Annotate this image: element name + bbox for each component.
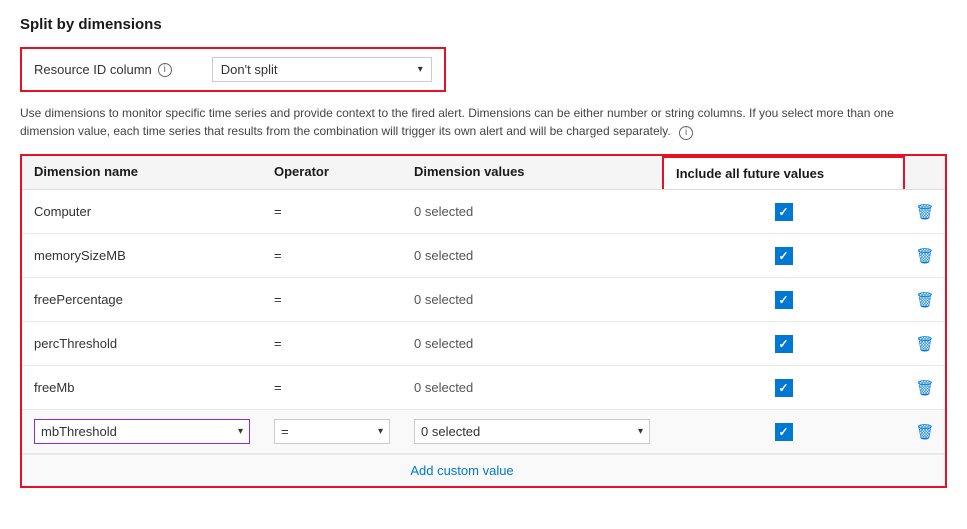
dim-values-0[interactable]: 0 selected <box>402 196 662 227</box>
dim-name-last-dropdown[interactable]: mbThreshold ▾ <box>34 419 250 444</box>
resource-id-label: Resource ID column i <box>34 62 172 77</box>
dim-name-1: memorySizeMB <box>22 240 262 271</box>
delete-col-last: 🗑 <box>905 411 945 453</box>
delete-icon-4[interactable]: 🗑 <box>911 375 938 401</box>
th-dimension-name: Dimension name <box>22 156 262 189</box>
table-row: memorySizeMB = 0 selected 🗑 <box>22 234 945 278</box>
checkbox-2[interactable] <box>775 291 793 309</box>
future-values-last <box>662 415 905 449</box>
dim-values-4[interactable]: 0 selected <box>402 372 662 403</box>
dimensions-table: Dimension name Operator Dimension values… <box>20 154 947 488</box>
delete-col-2: 🗑 <box>905 279 945 321</box>
operator-2: = <box>262 284 402 315</box>
dim-values-last-dropdown[interactable]: 0 selected ▾ <box>414 419 650 444</box>
delete-icon-2[interactable]: 🗑 <box>911 287 938 313</box>
dim-name-4: freeMb <box>22 372 262 403</box>
dim-values-1[interactable]: 0 selected <box>402 240 662 271</box>
dim-values-last-value: 0 selected <box>421 424 480 439</box>
operator-last-chevron: ▾ <box>378 426 383 437</box>
dim-name-2: freePercentage <box>22 284 262 315</box>
resource-id-chevron-icon: ▾ <box>418 64 423 75</box>
description-info-icon[interactable]: i <box>679 126 693 140</box>
future-values-3 <box>662 327 905 361</box>
operator-4: = <box>262 372 402 403</box>
resource-id-text: Resource ID column <box>34 62 152 77</box>
dim-name-3: percThreshold <box>22 328 262 359</box>
operator-last-dropdown[interactable]: = ▾ <box>274 419 390 444</box>
resource-id-dropdown-value: Don't split <box>221 62 278 77</box>
table-row: Computer = 0 selected 🗑 <box>22 190 945 234</box>
table-row: percThreshold = 0 selected 🗑 <box>22 322 945 366</box>
delete-col-0: 🗑 <box>905 191 945 233</box>
checkbox-0[interactable] <box>775 203 793 221</box>
table-row: freeMb = 0 selected 🗑 <box>22 366 945 410</box>
future-values-0 <box>662 195 905 229</box>
th-operator: Operator <box>262 156 402 189</box>
dim-name-last: mbThreshold ▾ <box>22 411 262 452</box>
operator-1: = <box>262 240 402 271</box>
add-custom-row: Add custom value <box>22 454 945 486</box>
add-custom-cell: Add custom value <box>262 455 662 486</box>
delete-col-1: 🗑 <box>905 235 945 277</box>
future-values-4 <box>662 371 905 405</box>
checkbox-last[interactable] <box>775 423 793 441</box>
dim-values-2[interactable]: 0 selected <box>402 284 662 315</box>
operator-0: = <box>262 196 402 227</box>
operator-3: = <box>262 328 402 359</box>
table-header: Dimension name Operator Dimension values… <box>22 156 945 190</box>
dim-values-last: 0 selected ▾ <box>402 411 662 452</box>
delete-icon-1[interactable]: 🗑 <box>911 243 938 269</box>
checkbox-1[interactable] <box>775 247 793 265</box>
dim-name-0: Computer <box>22 196 262 227</box>
resource-id-info-icon[interactable]: i <box>158 63 172 77</box>
operator-last-value: = <box>281 424 289 439</box>
add-custom-link[interactable]: Add custom value <box>410 463 513 478</box>
delete-col-3: 🗑 <box>905 323 945 365</box>
th-include-all-future: Include all future values <box>662 156 905 189</box>
dim-values-3[interactable]: 0 selected <box>402 328 662 359</box>
checkbox-3[interactable] <box>775 335 793 353</box>
delete-icon-3[interactable]: 🗑 <box>911 331 938 357</box>
future-values-2 <box>662 283 905 317</box>
th-dimension-values: Dimension values <box>402 156 662 189</box>
future-values-1 <box>662 239 905 273</box>
table-row: freePercentage = 0 selected 🗑 <box>22 278 945 322</box>
operator-last: = ▾ <box>262 411 402 452</box>
delete-col-4: 🗑 <box>905 367 945 409</box>
description-text: Use dimensions to monitor specific time … <box>20 104 940 140</box>
dim-values-last-chevron: ▾ <box>638 426 643 437</box>
checkbox-4[interactable] <box>775 379 793 397</box>
page-title: Split by dimensions <box>20 16 947 33</box>
resource-id-section: Resource ID column i Don't split ▾ <box>20 47 446 92</box>
dim-name-last-chevron: ▾ <box>238 426 243 437</box>
table-row-last: mbThreshold ▾ = ▾ 0 selected ▾ 🗑 <box>22 410 945 454</box>
delete-icon-last[interactable]: 🗑 <box>911 419 938 445</box>
dim-name-last-value: mbThreshold <box>41 424 117 439</box>
resource-id-dropdown[interactable]: Don't split ▾ <box>212 57 432 82</box>
delete-icon-0[interactable]: 🗑 <box>911 199 938 225</box>
th-actions <box>905 156 945 189</box>
